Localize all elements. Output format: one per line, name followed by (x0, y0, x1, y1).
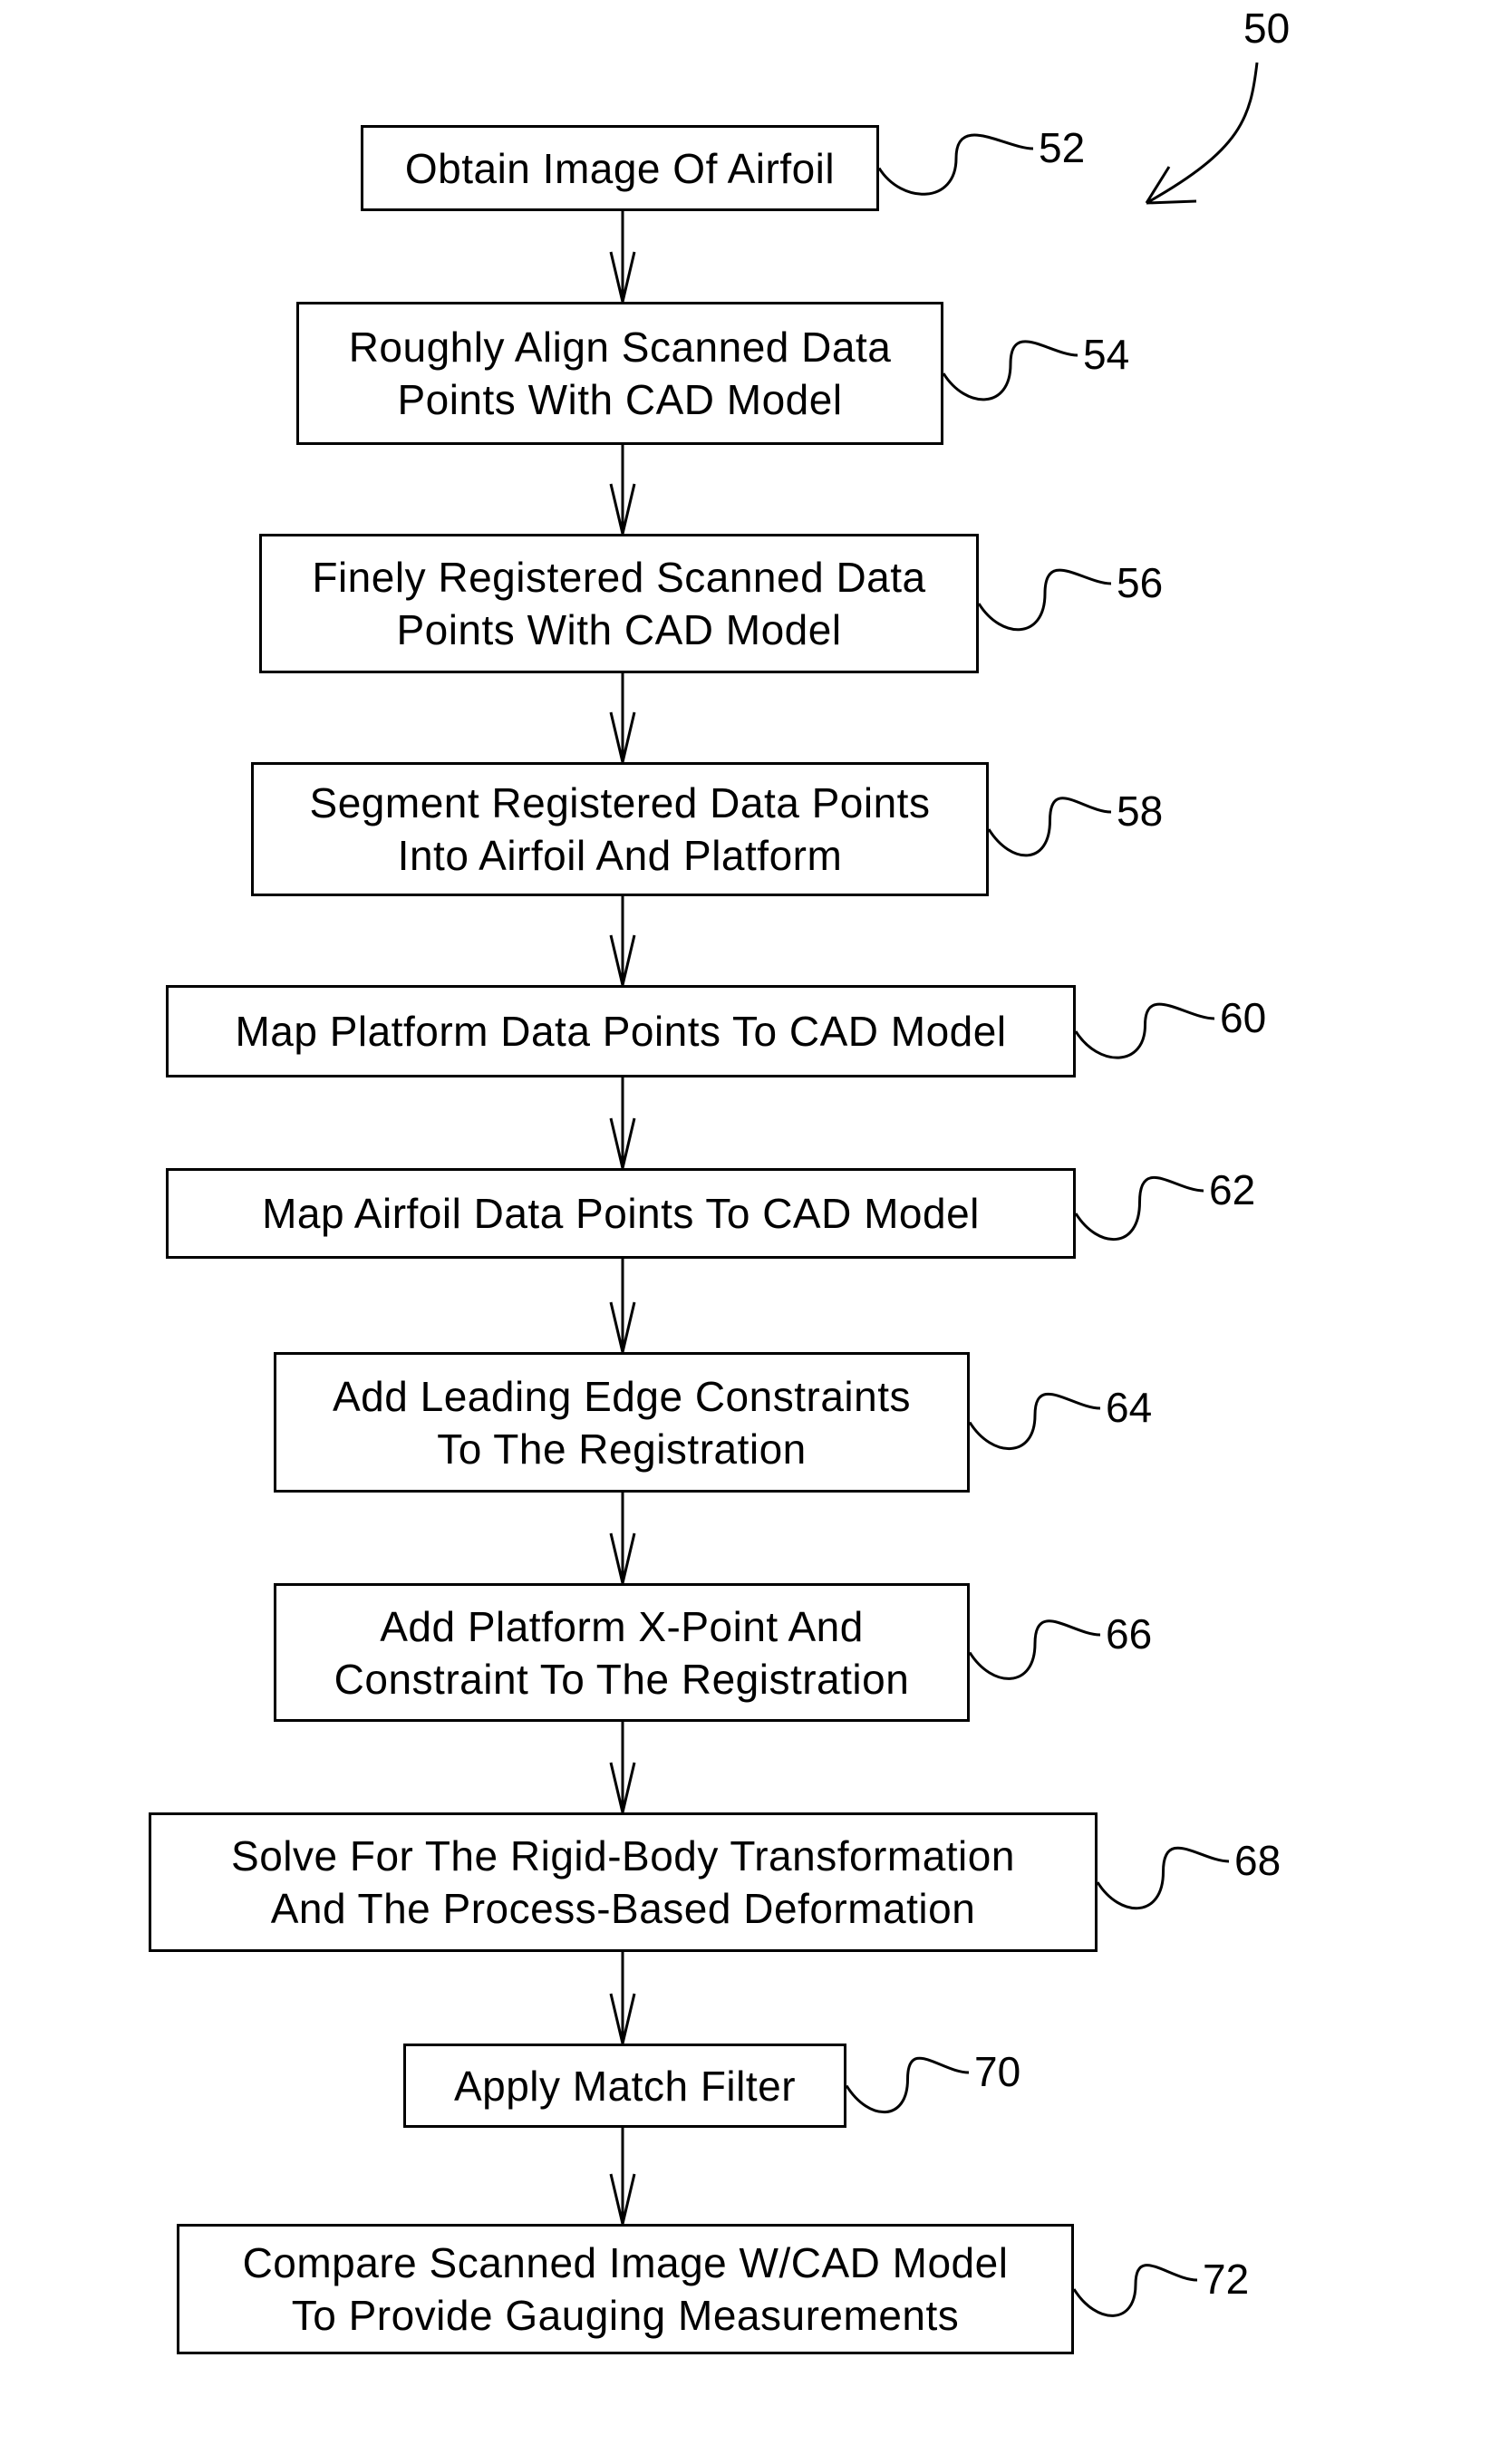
flow-arrow (609, 673, 636, 763)
step-reference-52: 52 (1039, 124, 1086, 171)
step-text-line: Obtain Image Of Airfoil (404, 144, 836, 192)
step-box-56: Finely Registered Scanned Data Points Wit… (259, 534, 979, 673)
flow-arrow (609, 1077, 636, 1169)
leader-line-56 (977, 568, 1112, 632)
step-text-line: Points With CAD Model (396, 606, 842, 653)
step-text-line: Compare Scanned Image W/CAD Model (242, 2239, 1009, 2286)
leader-line-70 (845, 2056, 970, 2114)
step-reference-54: 54 (1083, 331, 1130, 378)
step-text-line: Add Platform X-Point And (380, 1602, 864, 1650)
leader-line-62 (1074, 1175, 1204, 1242)
step-reference-72: 72 (1203, 2256, 1250, 2303)
flow-arrow (609, 1259, 636, 1353)
step-reference-70: 70 (974, 2048, 1021, 2095)
step-reference-68: 68 (1234, 1837, 1281, 1884)
step-box-62: Map Airfoil Data Points To CAD Model (166, 1168, 1076, 1259)
flow-arrow (609, 896, 636, 986)
step-text-line: Map Platform Data Points To CAD Model (235, 1008, 1007, 1055)
step-box-54: Roughly Align Scanned Data Points With CA… (296, 302, 943, 445)
figure-pointer-arrow (1145, 62, 1259, 205)
step-text-line: To Provide Gauging Measurements (291, 2292, 960, 2339)
flow-arrow (609, 1722, 636, 1813)
step-reference-64: 64 (1106, 1384, 1153, 1431)
step-text-line: Constraint To The Registration (334, 1655, 910, 1703)
leader-line-64 (968, 1393, 1101, 1451)
figure-reference-number: 50 (1243, 5, 1291, 52)
step-reference-56: 56 (1117, 559, 1164, 606)
leader-line-54 (942, 340, 1078, 401)
flow-arrow (609, 1952, 636, 2044)
step-text-line: Apply Match Filter (453, 2062, 797, 2110)
step-text-line: And The Process-Based Deformation (270, 1885, 976, 1932)
step-text-line: Roughly Align Scanned Data (348, 324, 892, 371)
flow-arrow (609, 445, 636, 535)
step-box-66: Add Platform X-Point And Constraint To Th… (274, 1583, 970, 1722)
leader-line-58 (987, 797, 1112, 857)
step-text-line: Into Airfoil And Platform (397, 832, 843, 879)
step-reference-62: 62 (1209, 1166, 1256, 1213)
step-text-line: Points With CAD Model (397, 376, 843, 423)
step-text-line: Finely Registered Scanned Data (312, 554, 926, 601)
leader-line-72 (1072, 2264, 1198, 2317)
step-reference-60: 60 (1220, 994, 1267, 1041)
step-text-line: Map Airfoil Data Points To CAD Model (262, 1190, 980, 1237)
step-text-line: Segment Registered Data Points (309, 779, 931, 826)
leader-line-66 (968, 1619, 1101, 1680)
step-reference-58: 58 (1117, 788, 1164, 835)
step-reference-66: 66 (1106, 1610, 1153, 1657)
flow-arrow (609, 2128, 636, 2225)
step-box-70: Apply Match Filter (403, 2044, 846, 2128)
step-text-line: To The Registration (437, 1425, 807, 1473)
step-box-72: Compare Scanned Image W/CAD Model To Prov… (177, 2224, 1074, 2354)
step-text-line: Add Leading Edge Constraints (333, 1372, 911, 1420)
step-box-52: Obtain Image Of Airfoil (361, 125, 879, 211)
step-box-60: Map Platform Data Points To CAD Model (166, 985, 1076, 1077)
step-box-58: Segment Registered Data Points Into Airfo… (251, 762, 989, 896)
leader-line-68 (1096, 1846, 1230, 1910)
step-text-line: Solve For The Rigid-Body Transformation (231, 1832, 1015, 1879)
flow-arrow (609, 1493, 636, 1584)
leader-line-52 (877, 133, 1034, 196)
flow-arrow (609, 211, 636, 303)
step-box-68: Solve For The Rigid-Body Transformation A… (149, 1812, 1098, 1952)
step-box-64: Add Leading Edge Constraints To The Regis… (274, 1352, 970, 1493)
leader-line-60 (1074, 1002, 1215, 1059)
